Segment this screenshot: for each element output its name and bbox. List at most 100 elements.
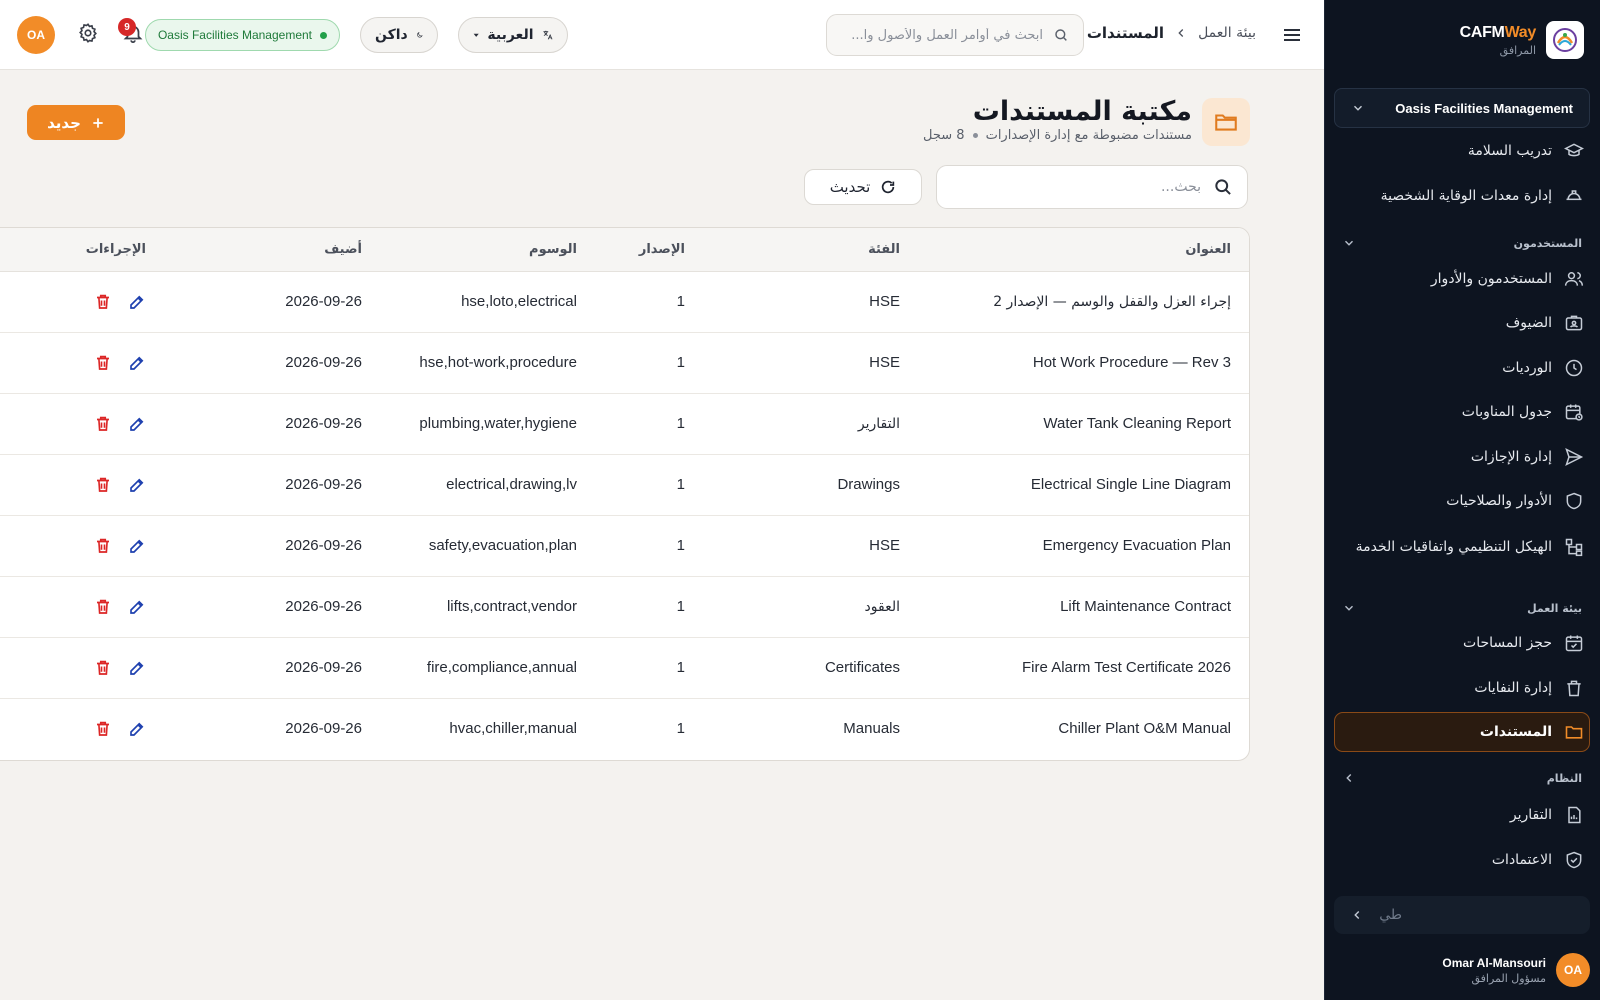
status-dot	[320, 31, 327, 39]
search-icon	[1055, 29, 1067, 41]
edit-icon[interactable]	[128, 354, 146, 372]
sidebar-item-roles-permissions[interactable]: الأدوار والصلاحيات	[1344, 491, 1584, 511]
cell-tags: hvac,chiller,manual	[380, 697, 595, 759]
delete-icon[interactable]	[94, 293, 112, 311]
menu-button[interactable]	[1280, 23, 1304, 47]
cell-category: HSE	[703, 514, 918, 576]
cell-added: 2026-09-26	[285, 293, 362, 310]
sidebar-item-approvals[interactable]: الاعتمادات	[1344, 850, 1584, 870]
sidebar-user[interactable]: OA Omar Al-Mansouri مسؤول المرافق	[1334, 950, 1590, 990]
cell-added: 2026-09-26	[164, 697, 380, 759]
cell-actions	[0, 697, 164, 759]
sidebar-item-space-booking[interactable]: حجز المساحات	[1344, 633, 1584, 653]
report-icon	[1568, 806, 1581, 824]
brand[interactable]: CAFMWay المرافق	[1324, 0, 1600, 80]
sidebar-item-documents[interactable]: المستندات	[1344, 722, 1584, 742]
settings-button[interactable]	[75, 22, 99, 46]
refresh-button[interactable]: تحديث	[804, 169, 922, 205]
theme-toggle[interactable]: داكن	[360, 17, 438, 53]
delete-icon[interactable]	[94, 415, 112, 433]
breadcrumb-root[interactable]: بيئة العمل	[1198, 25, 1256, 41]
cell-actions	[0, 636, 164, 698]
column-header-category[interactable]: الفئة	[703, 228, 918, 272]
cell-version: 1	[595, 453, 703, 515]
sidebar-item-org-structure[interactable]: الهيكل التنظيمي واتفاقيات الخدمة	[1344, 537, 1584, 557]
cell-tags: fire,compliance,annual	[380, 636, 595, 698]
table-row[interactable]: Emergency Evacuation Plan HSE 1 safety,evac…	[0, 514, 1249, 576]
section-workplace-header[interactable]: بيئة العمل	[1342, 601, 1582, 615]
cell-title: Chiller Plant O&M Manual	[918, 697, 1249, 759]
global-search[interactable]	[826, 14, 1084, 56]
sidebar-item-leave[interactable]: إدارة الإجازات	[1344, 447, 1584, 467]
avatar[interactable]: OA	[17, 16, 55, 54]
table-row[interactable]: Water Tank Cleaning Report التقارير 1 plumb…	[0, 392, 1249, 454]
edit-icon[interactable]	[128, 598, 146, 616]
column-header-version[interactable]: الإصدار	[595, 228, 703, 272]
shield-icon	[1566, 492, 1582, 510]
sidebar-item-reports[interactable]: التقارير	[1344, 805, 1584, 825]
delete-icon[interactable]	[94, 354, 112, 372]
cell-tags: safety,evacuation,plan	[380, 514, 595, 576]
sidebar-item-ppe[interactable]: إدارة معدات الوقاية الشخصية	[1344, 186, 1584, 206]
sidebar-item-shifts[interactable]: الورديات	[1344, 358, 1584, 378]
table-row[interactable]: Lift Maintenance Contract العقود 1 lifts,co…	[0, 575, 1249, 637]
language-selector[interactable]: العربية	[458, 17, 568, 53]
edit-icon[interactable]	[128, 293, 146, 311]
cell-title: Electrical Single Line Diagram	[918, 453, 1249, 515]
cell-category: Certificates	[703, 636, 918, 698]
hard-hat-icon	[1566, 190, 1582, 201]
column-header-tags[interactable]: الوسوم	[380, 228, 595, 272]
delete-icon[interactable]	[94, 659, 112, 677]
new-button-label: جديد	[47, 113, 81, 132]
translate-icon	[542, 30, 552, 40]
cell-actions	[0, 331, 164, 393]
language-label: العربية	[487, 27, 534, 43]
calendar-check-icon	[1565, 635, 1583, 652]
cell-actions	[0, 575, 164, 637]
sidebar: CAFMWay المرافق Oasis Facilities Managem…	[1324, 0, 1600, 1000]
edit-icon[interactable]	[128, 537, 146, 555]
delete-icon[interactable]	[94, 598, 112, 616]
cell-actions	[0, 271, 164, 332]
gear-icon	[79, 23, 97, 43]
edit-icon[interactable]	[128, 720, 146, 738]
table-row[interactable]: إجراء العزل والقفل والوسم — الإصدار 2 HSE…	[0, 271, 1249, 332]
new-document-button[interactable]: جديد	[27, 105, 125, 140]
documents-search-input[interactable]	[951, 179, 1201, 195]
org-selector[interactable]: Oasis Facilities Management	[1334, 88, 1590, 128]
sidebar-item-safety-training[interactable]: تدريب السلامة	[1344, 141, 1584, 161]
page-subtitle: مستندات مضبوطة مع إدارة الإصدارات 8 سجل	[923, 128, 1192, 143]
cell-tags: lifts,contract,vendor	[380, 575, 595, 637]
edit-icon[interactable]	[128, 476, 146, 494]
cell-title: Water Tank Cleaning Report	[918, 392, 1249, 454]
sidebar-item-waste[interactable]: إدارة النفايات	[1344, 678, 1584, 698]
delete-icon[interactable]	[94, 537, 112, 555]
delete-icon[interactable]	[94, 476, 112, 494]
table-row[interactable]: Hot Work Procedure — Rev 3 HSE 1 hse,hot-wo…	[0, 331, 1249, 393]
edit-icon[interactable]	[128, 659, 146, 677]
cell-title: Lift Maintenance Contract	[918, 575, 1249, 637]
global-search-input[interactable]	[843, 27, 1043, 43]
sidebar-item-users-roles[interactable]: المستخدمون والأدوار	[1344, 269, 1584, 289]
table-row[interactable]: Fire Alarm Test Certificate 2026 Certific…	[0, 636, 1249, 698]
cell-tags: electrical,drawing,lv	[380, 453, 595, 515]
section-users-header[interactable]: المستخدمون	[1342, 236, 1582, 250]
documents-search[interactable]	[936, 165, 1248, 209]
breadcrumb: بيئة العمل المستندات	[1087, 24, 1256, 42]
sidebar-item-guests[interactable]: الضيوف	[1344, 313, 1584, 333]
column-header-added[interactable]: أضيف	[164, 228, 380, 272]
column-header-title[interactable]: العنوان	[918, 228, 1249, 272]
cell-version: 1	[595, 392, 703, 454]
edit-icon[interactable]	[128, 415, 146, 433]
delete-icon[interactable]	[94, 720, 112, 738]
breadcrumb-current: المستندات	[1086, 24, 1165, 42]
cell-version: 1	[676, 293, 685, 310]
table-row[interactable]: Electrical Single Line Diagram Drawings 1 e…	[0, 453, 1249, 515]
user-name: Omar Al-Mansouri	[1442, 955, 1546, 970]
user-role: مسؤول المرافق	[1471, 971, 1546, 985]
sidebar-item-rota[interactable]: جدول المناوبات	[1344, 402, 1584, 422]
table-row[interactable]: Chiller Plant O&M Manual Manuals 1 hvac,chi…	[0, 697, 1249, 759]
section-system-header[interactable]: النظام	[1342, 771, 1582, 785]
org-status-badge: Oasis Facilities Management	[144, 19, 340, 51]
sidebar-collapse-button[interactable]: طي	[1334, 896, 1590, 934]
